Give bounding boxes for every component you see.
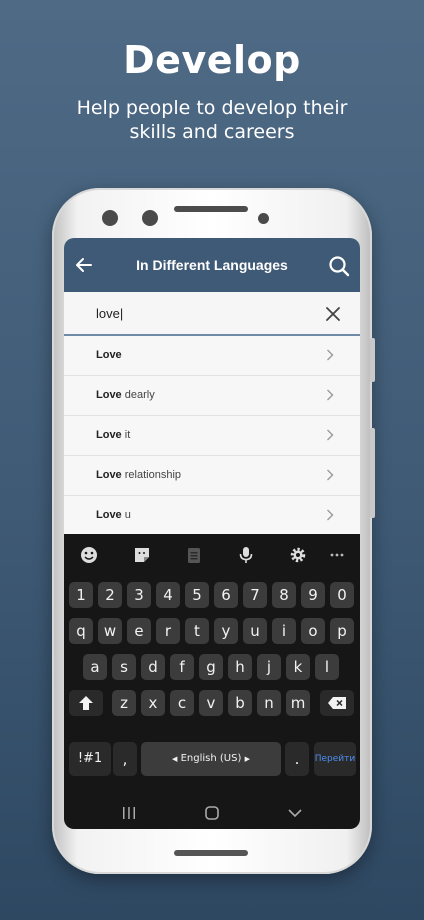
suggestion-text: Love relationship (96, 469, 182, 481)
phone-bottom-speaker (174, 850, 248, 856)
key-w[interactable]: w (98, 618, 122, 644)
key-2[interactable]: 2 (98, 582, 122, 608)
list-item[interactable]: Love it (64, 416, 360, 456)
chevron-right-icon (327, 389, 334, 401)
key-f[interactable]: f (170, 654, 194, 680)
key-u[interactable]: u (243, 618, 267, 644)
key-r[interactable]: r (156, 618, 180, 644)
key-h[interactable]: h (228, 654, 252, 680)
key-c[interactable]: c (170, 690, 194, 716)
go-action-key[interactable]: Перейти (314, 742, 356, 776)
space-language-label: English (US) (180, 753, 242, 764)
backspace-key[interactable] (320, 690, 354, 716)
key-l[interactable]: l (315, 654, 339, 680)
key-0[interactable]: 0 (330, 582, 354, 608)
key-9[interactable]: 9 (301, 582, 325, 608)
backspace-icon (328, 697, 346, 709)
list-item[interactable]: Love u (64, 496, 360, 536)
key-n[interactable]: n (257, 690, 281, 716)
key-s[interactable]: s (112, 654, 136, 680)
page-title: In Different Languages (136, 257, 288, 273)
app-bar: In Different Languages (64, 238, 360, 292)
list-item[interactable]: Love (64, 336, 360, 376)
shift-key[interactable] (69, 690, 103, 716)
home-icon[interactable] (203, 804, 221, 822)
list-item[interactable]: Love dearly (64, 376, 360, 416)
chevron-right-icon (327, 509, 334, 521)
key-q[interactable]: q (69, 618, 93, 644)
proximity-sensor (258, 213, 269, 224)
key-b[interactable]: b (228, 690, 252, 716)
recent-apps-icon[interactable] (120, 804, 138, 822)
more-icon[interactable] (328, 546, 346, 564)
key-t[interactable]: t (185, 618, 209, 644)
key-g[interactable]: g (199, 654, 223, 680)
close-icon[interactable] (326, 307, 340, 321)
key-i[interactable]: i (272, 618, 296, 644)
key-y[interactable]: y (214, 618, 238, 644)
search-field[interactable]: love| (64, 292, 360, 336)
phone-frame: In Different Languages love| Love Love d… (52, 188, 375, 874)
key-j[interactable]: j (257, 654, 281, 680)
power-button (370, 428, 375, 518)
suggestion-text: Love dearly (96, 389, 155, 401)
suggestion-text: Love (96, 349, 122, 361)
language-right-arrow-icon: ▶ (244, 755, 250, 763)
emoji-icon[interactable] (80, 546, 98, 564)
chevron-right-icon (327, 429, 334, 441)
earpiece-speaker (174, 206, 248, 212)
sticker-icon[interactable] (133, 546, 151, 564)
key-d[interactable]: d (141, 654, 165, 680)
keyboard: 1 2 3 4 5 6 7 8 9 0 q w e r t y u i o p … (64, 534, 360, 829)
key-7[interactable]: 7 (243, 582, 267, 608)
arrow-back-icon[interactable] (74, 255, 94, 275)
comma-key[interactable]: , (113, 742, 137, 776)
list-item[interactable]: Love relationship (64, 456, 360, 496)
key-4[interactable]: 4 (156, 582, 180, 608)
period-key[interactable]: . (285, 742, 309, 776)
key-m[interactable]: m (286, 690, 310, 716)
key-o[interactable]: o (301, 618, 325, 644)
system-navigation-bar (64, 796, 360, 829)
keyboard-toolbar (64, 534, 360, 576)
key-3[interactable]: 3 (127, 582, 151, 608)
hero-subtitle: Help people to develop their skills and … (76, 97, 348, 143)
space-key[interactable]: ◀ English (US) ▶ (141, 742, 281, 776)
suggestion-list: Love Love dearly Love it Love relationsh… (64, 336, 360, 536)
back-chevron-icon[interactable] (286, 804, 304, 822)
key-8[interactable]: 8 (272, 582, 296, 608)
chevron-right-icon (327, 469, 334, 481)
search-input[interactable]: love| (96, 306, 123, 321)
key-1[interactable]: 1 (69, 582, 93, 608)
search-icon[interactable] (328, 255, 350, 277)
settings-icon[interactable] (289, 546, 307, 564)
chevron-right-icon (327, 349, 334, 361)
suggestion-text: Love it (96, 429, 131, 441)
hero-title: Develop (123, 38, 301, 82)
key-e[interactable]: e (127, 618, 151, 644)
key-5[interactable]: 5 (185, 582, 209, 608)
shift-icon (79, 696, 93, 710)
key-p[interactable]: p (330, 618, 354, 644)
key-v[interactable]: v (199, 690, 223, 716)
phone-screen: In Different Languages love| Love Love d… (64, 238, 360, 829)
camera-lens (142, 210, 158, 226)
suggestion-text: Love u (96, 509, 131, 521)
volume-button (370, 338, 375, 382)
key-k[interactable]: k (286, 654, 310, 680)
clipboard-icon[interactable] (185, 546, 203, 564)
symbols-key[interactable]: !#1 (69, 742, 111, 776)
key-6[interactable]: 6 (214, 582, 238, 608)
key-a[interactable]: a (83, 654, 107, 680)
key-z[interactable]: z (112, 690, 136, 716)
mic-icon[interactable] (237, 546, 255, 564)
camera-lens (102, 210, 118, 226)
language-left-arrow-icon: ◀ (172, 755, 178, 763)
key-x[interactable]: x (141, 690, 165, 716)
